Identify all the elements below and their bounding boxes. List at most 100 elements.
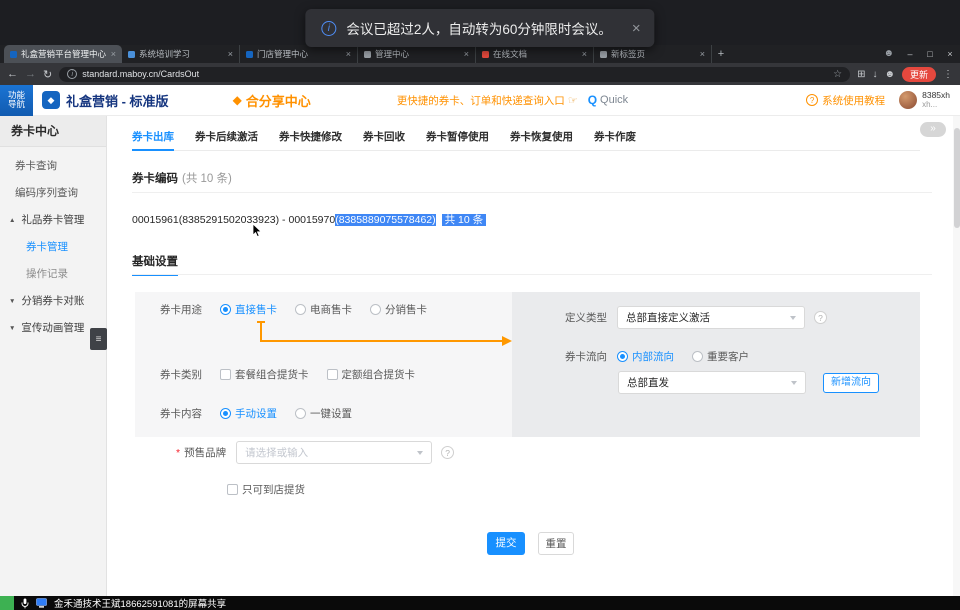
card-code-range: 00015961(8385291502033923) - 00015970(83…	[132, 212, 486, 227]
sidebar-item-card-query[interactable]: 券卡查询	[0, 153, 106, 180]
opt-label: 内部流向	[632, 349, 674, 364]
panel-collapse-button[interactable]: »	[920, 122, 946, 137]
scrollbar-thumb[interactable]	[954, 128, 960, 228]
profile-avatar-icon[interactable]: ☻	[884, 69, 895, 80]
minimize-button[interactable]: –	[900, 45, 920, 63]
opt-label: 定额组合提货卡	[342, 367, 416, 382]
tab-close-icon[interactable]: ×	[700, 49, 705, 59]
checkbox-combo-pickup[interactable]: 套餐组合提货卡	[220, 367, 309, 382]
browser-toolbar: ← → ↻ i standard.maboy.cn/CardsOut ☆ ⊞ ↓…	[0, 63, 960, 85]
url-text: standard.maboy.cn/CardsOut	[82, 69, 199, 79]
radio-internal-flow[interactable]: 内部流向	[617, 349, 674, 364]
flow-select-row: 总部直发 新增流向	[618, 371, 879, 394]
tab-card-recycle[interactable]: 券卡回收	[363, 124, 405, 150]
tab-favicon-icon	[10, 51, 17, 58]
microphone-icon	[21, 598, 29, 609]
add-flow-button[interactable]: 新增流向	[823, 373, 879, 393]
bookmark-star-icon[interactable]: ☆	[833, 69, 842, 80]
maximize-button[interactable]: □	[920, 45, 940, 63]
browser-tab-3[interactable]: 门店管理中心 ×	[240, 45, 358, 63]
share-app-icon[interactable]	[0, 596, 14, 610]
opt-label: 一键设置	[310, 406, 352, 421]
radio-distribution-sale[interactable]: 分销售卡	[370, 302, 427, 317]
tab-card-quick-edit[interactable]: 券卡快捷修改	[279, 124, 342, 150]
submit-button[interactable]: 提交	[487, 532, 525, 555]
browser-tab-1[interactable]: 礼盒营销平台管理中心 ×	[4, 45, 122, 63]
presale-brand-select[interactable]: 请选择或输入	[236, 441, 432, 464]
card-use-row: 券卡用途 直接售卡 电商售卡 分销售卡	[160, 302, 445, 317]
tab-favicon-icon	[364, 51, 371, 58]
codes-title: 券卡编码	[132, 173, 178, 185]
meeting-toast: i 会议已超过2人，自动转为60分钟限时会议。 ×	[305, 9, 654, 47]
tab-card-pause[interactable]: 券卡暂停使用	[426, 124, 489, 150]
checkbox-fixed-combo-pickup[interactable]: 定额组合提货卡	[327, 367, 416, 382]
tab-title: 门店管理中心	[257, 48, 342, 60]
tab-card-resume[interactable]: 券卡恢复使用	[510, 124, 573, 150]
scrollbar[interactable]	[953, 116, 960, 596]
help-icon[interactable]: ?	[441, 446, 454, 459]
define-type-select[interactable]: 总部直接定义激活	[617, 306, 805, 329]
radio-one-click-setup[interactable]: 一键设置	[295, 406, 352, 421]
reset-button[interactable]: 重置	[538, 532, 574, 555]
window-close-button[interactable]: ×	[940, 45, 960, 63]
radio-key-customer[interactable]: 重要客户	[692, 349, 749, 364]
browser-menu-icon[interactable]: ⋮	[943, 69, 953, 80]
new-tab-button[interactable]: +	[712, 45, 730, 63]
back-icon[interactable]: ←	[7, 68, 18, 80]
radio-off-icon	[295, 304, 306, 315]
browser-update-button[interactable]: 更新	[902, 67, 936, 82]
tab-close-icon[interactable]: ×	[111, 49, 116, 59]
tab-close-icon[interactable]: ×	[346, 49, 351, 59]
browser-tab-2[interactable]: 系统培训学习 ×	[122, 45, 240, 63]
sidebar-item-sequence-query[interactable]: 编码序列查询	[0, 180, 106, 207]
download-icon[interactable]: ↓	[872, 69, 877, 80]
select-value: 总部直发	[627, 375, 669, 390]
card-content-row: 券卡内容 手动设置 一键设置	[160, 406, 370, 421]
tab-title: 管理中心	[375, 48, 460, 60]
radio-manual-setup[interactable]: 手动设置	[220, 406, 277, 421]
screen: i 会议已超过2人，自动转为60分钟限时会议。 × 礼盒营销平台管理中心 × 系…	[0, 0, 960, 610]
flow-annotation-arrow	[247, 319, 527, 353]
promo-link[interactable]: 更快捷的券卡、订单和快递查询入口	[397, 93, 565, 108]
browser-tab-5[interactable]: 在线文档 ×	[476, 45, 594, 63]
tab-close-icon[interactable]: ×	[582, 49, 587, 59]
group-label: 宣传动画管理	[21, 322, 84, 334]
user-menu[interactable]: 8385xh xh...	[899, 91, 950, 109]
tab-card-void[interactable]: 券卡作废	[594, 124, 636, 150]
tab-close-icon[interactable]: ×	[464, 49, 469, 59]
sidebar-item-operation-logs[interactable]: 操作记录	[0, 261, 106, 288]
sidebar-item-card-manage[interactable]: 券卡管理	[0, 234, 106, 261]
extensions-icon[interactable]: ⊞	[857, 69, 865, 80]
radio-off-icon	[295, 408, 306, 419]
browser-tab-6[interactable]: 新标签页 ×	[594, 45, 712, 63]
opt-label: 手动设置	[235, 406, 277, 421]
sidebar-group-gift-cards[interactable]: ▲ 礼品券卡管理	[0, 207, 106, 234]
browser-tabbar: 礼盒营销平台管理中心 × 系统培训学习 × 门店管理中心 × 管理中心 × 在线…	[0, 45, 960, 63]
tutorial-link[interactable]: ? 系统使用教程	[806, 93, 885, 108]
browser-tab-4[interactable]: 管理中心 ×	[358, 45, 476, 63]
toast-close-icon[interactable]: ×	[632, 20, 641, 37]
flow-direction-select[interactable]: 总部直发	[618, 371, 806, 394]
tab-card-activate[interactable]: 券卡后续激活	[195, 124, 258, 150]
forward-icon[interactable]: →	[25, 68, 36, 80]
share-center-link[interactable]: ◆ 合分享中心	[233, 91, 311, 110]
sidebar-group-distribution[interactable]: ▼ 分销券卡对账	[0, 288, 106, 315]
tab-favicon-icon	[600, 51, 607, 58]
radio-ecommerce-sale[interactable]: 电商售卡	[295, 302, 352, 317]
pointer-icon: ☞	[568, 94, 578, 107]
sidebar-collapse-handle[interactable]: ≡	[90, 328, 107, 350]
opt-label: 套餐组合提货卡	[235, 367, 309, 382]
quick-search[interactable]: Q Quick	[588, 93, 628, 107]
reload-icon[interactable]: ↻	[43, 68, 52, 81]
radio-direct-sale[interactable]: 直接售卡	[220, 302, 277, 317]
quick-label: Quick	[600, 94, 628, 106]
checkbox-store-pickup-only[interactable]: 只可到店提货	[227, 482, 305, 497]
tab-card-outbound[interactable]: 券卡出库	[132, 124, 174, 151]
browser-profile-icon[interactable]: ☻	[883, 45, 894, 63]
tab-close-icon[interactable]: ×	[228, 49, 233, 59]
address-bar[interactable]: i standard.maboy.cn/CardsOut ☆	[59, 67, 850, 82]
tab-title: 新标签页	[611, 48, 696, 60]
function-nav-button[interactable]: 功能 导航	[0, 85, 33, 116]
site-info-icon[interactable]: i	[67, 69, 77, 79]
help-icon[interactable]: ?	[814, 311, 827, 324]
